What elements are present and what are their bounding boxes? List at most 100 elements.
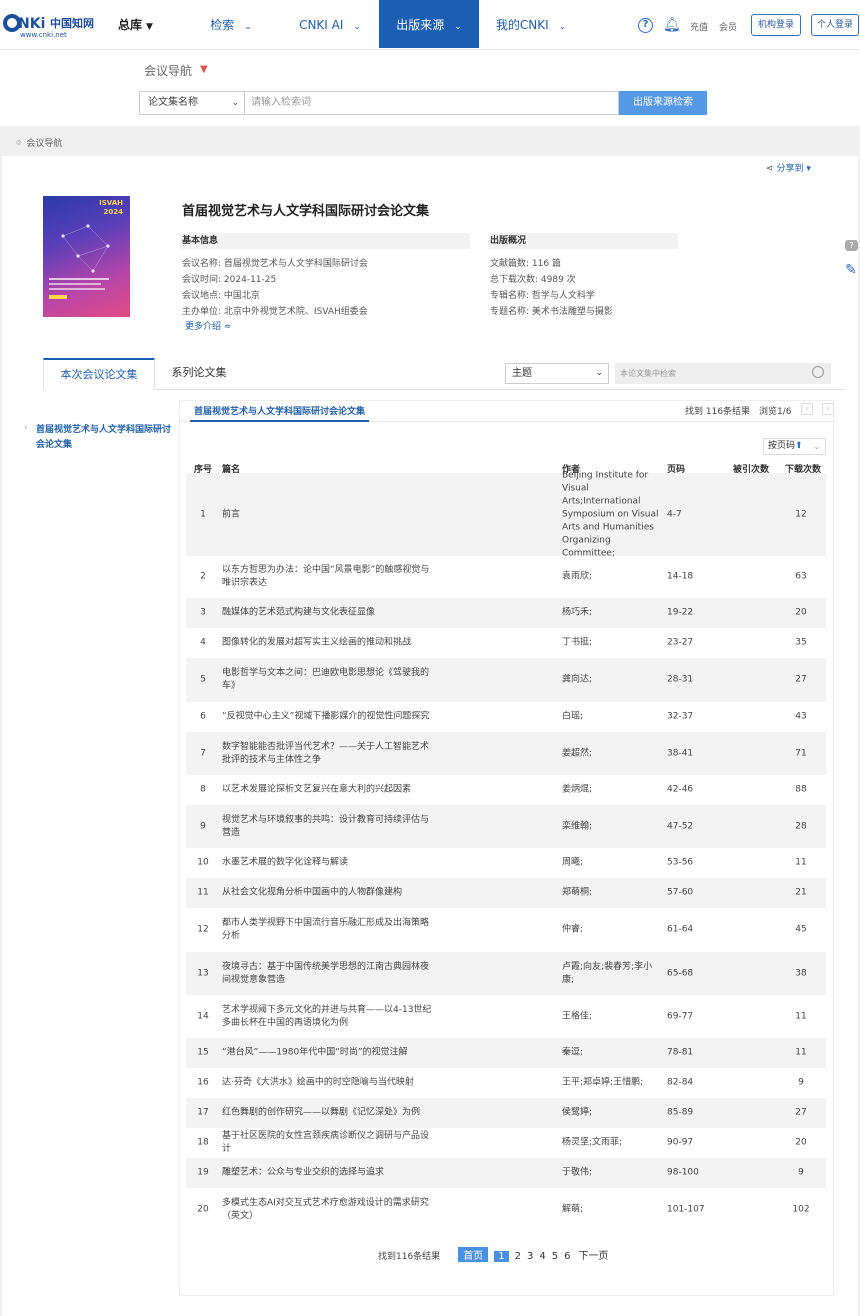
article-title-link[interactable]: “反视觉中心主义”视域下播影媒介的视觉性问题探究 xyxy=(222,711,437,724)
proceedings-search-input[interactable]: 本论文集中检索 xyxy=(615,363,831,384)
article-author[interactable]: 王平;郑卓婷;王惜鹏; xyxy=(562,1077,662,1090)
caret-down-icon[interactable]: ▼ xyxy=(200,64,208,75)
tab-series-proceedings[interactable]: 系列论文集 xyxy=(160,358,238,390)
article-title-link[interactable]: 雕塑艺术：公众与专业交织的选择与追求 xyxy=(222,1167,437,1180)
page-2-button[interactable]: 2 xyxy=(515,1251,521,1262)
article-title-link[interactable]: 夜境寻古：基于中国传统美学思想的江南古典园林夜间视觉意象营造 xyxy=(222,961,437,987)
page-4-button[interactable]: 4 xyxy=(539,1251,545,1262)
article-title-link[interactable]: 水墨艺术展的数字化诠释与解读 xyxy=(222,857,437,870)
table-row[interactable]: 4 图像转化的发展对超写实主义绘画的推动和挑战 丁书挺; 23-27 35 xyxy=(186,628,826,658)
search-icon[interactable] xyxy=(812,366,824,378)
sort-select[interactable]: 按页码⬆ ⌄ xyxy=(763,438,826,455)
article-title-link[interactable]: 从社会文化视角分析中国画中的人物群像建构 xyxy=(222,887,437,900)
article-title-link[interactable]: 融媒体的艺术范式构建与文化表征显像 xyxy=(222,607,437,620)
table-row[interactable]: 19 雕塑艺术：公众与专业交织的选择与追求 于敬伟; 98-100 9 xyxy=(186,1158,826,1188)
article-author[interactable]: 袁雨欣; xyxy=(562,571,662,584)
page-6-button[interactable]: 6 xyxy=(564,1251,570,1262)
table-row[interactable]: 16 达·芬奇《大洪水》绘画中的时空隐喻与当代映射 王平;郑卓婷;王惜鹏; 82-84… xyxy=(186,1068,826,1098)
nav-publication-source[interactable]: 出版来源 ⌄ xyxy=(379,0,479,48)
theme-select[interactable]: 主题 ⌄ xyxy=(505,363,609,384)
article-author[interactable]: 龚向达; xyxy=(562,674,662,687)
next-page-icon[interactable]: › xyxy=(822,403,834,415)
sub-tab-proceedings[interactable]: 首届视觉艺术与人文学科国际研讨会论文集 xyxy=(190,404,370,422)
table-row[interactable]: 7 数字智能能否批评当代艺术？——关于人工智能艺术批评的技术与主体性之争 姜超然; 3… xyxy=(186,732,826,775)
page-5-button[interactable]: 5 xyxy=(552,1251,558,1262)
table-row[interactable]: 2 以东方哲思为办法：论中国“风景电影”的触感视觉与唯识宗表达 袁雨欣; 14-18 6… xyxy=(186,556,826,598)
share-button[interactable]: ⋖ 分享到 ▾ xyxy=(766,161,811,174)
page-1-button[interactable]: 1 xyxy=(494,1251,509,1262)
article-author[interactable]: 卢霞;向友;裴春芳;李小康; xyxy=(562,961,662,987)
table-row[interactable]: 14 艺术学视阈下多元文化的并进与共育——以4-13世纪多曲长杯在中国的再语境化为… xyxy=(186,995,826,1038)
bell-icon[interactable]: 🔔︎ xyxy=(663,17,681,33)
article-title-link[interactable]: 都市人类学视野下中国流行音乐融汇形成及出海策略分析 xyxy=(222,917,437,943)
nav-cnki-ai[interactable]: CNKI AI ⌄ xyxy=(298,0,362,48)
article-title-link[interactable]: 红色舞剧的创作研究——以舞剧《记忆深处》为例 xyxy=(222,1107,437,1120)
article-title-link[interactable]: 以东方哲思为办法：论中国“风景电影”的触感视觉与唯识宗表达 xyxy=(222,564,437,590)
tab-current-proceedings[interactable]: 本次会议论文集 xyxy=(43,358,155,390)
article-author[interactable]: Beijing Institute for Visual Arts;Intern… xyxy=(562,469,662,560)
next-page-button[interactable]: 下一页 xyxy=(578,1247,608,1262)
article-author[interactable]: 白瑶; xyxy=(562,711,662,724)
article-author[interactable]: 郑萌桐; xyxy=(562,887,662,900)
article-author[interactable]: 秦逗; xyxy=(562,1047,662,1060)
table-row[interactable]: 11 从社会文化视角分析中国画中的人物群像建构 郑萌桐; 57-60 21 xyxy=(186,878,826,908)
article-title-link[interactable]: 图像转化的发展对超写实主义绘画的推动和挑战 xyxy=(222,637,437,650)
article-author[interactable]: 姜超然; xyxy=(562,747,662,760)
article-title-link[interactable]: 达·芬奇《大洪水》绘画中的时空隐喻与当代映射 xyxy=(222,1077,437,1090)
table-row[interactable]: 13 夜境寻古：基于中国传统美学思想的江南古典园林夜间视觉意象营造 卢霞;向友;裴春… xyxy=(186,952,826,995)
article-author[interactable]: 杨灵坚;文雨菲; xyxy=(562,1137,662,1150)
article-title-link[interactable]: 基于社区医院的女性宫颈疾病诊断仪之调研与产品设计 xyxy=(222,1130,437,1156)
table-row[interactable]: 9 视觉艺术与环境叙事的共鸣：设计教育可持续评估与营造 栾维翰; 47-52 28 xyxy=(186,805,826,848)
article-title-link[interactable]: 前言 xyxy=(222,508,437,521)
article-author[interactable]: 栾维翰; xyxy=(562,820,662,833)
source-search-button[interactable]: 出版来源检索 xyxy=(619,91,707,115)
table-row[interactable]: 15 “港台风”——1980年代中国“时尚”的视觉注解 秦逗; 78-81 11 xyxy=(186,1038,826,1068)
more-intro-link[interactable]: 更多介绍 ≈ xyxy=(185,319,231,332)
table-row[interactable]: 5 电影哲学与文本之间：巴迪欧电影思想论《驾驶我的车》 龚向达; 28-31 27 xyxy=(186,658,826,702)
table-row[interactable]: 8 以艺术发展论探析文艺复兴在意大利的兴起因素 姜炳焜; 42-46 88 xyxy=(186,775,826,805)
article-title-link[interactable]: 以艺术发展论探析文艺复兴在意大利的兴起因素 xyxy=(222,784,437,797)
article-author[interactable]: 仲睿; xyxy=(562,924,662,937)
article-title-link[interactable]: “港台风”——1980年代中国“时尚”的视觉注解 xyxy=(222,1047,437,1060)
search-field-select[interactable]: 论文集名称 ⌄ xyxy=(139,91,245,115)
page-3-button[interactable]: 3 xyxy=(527,1251,533,1262)
member-link[interactable]: 会员 xyxy=(719,20,737,33)
sidebar-item-proceedings[interactable]: 首届视觉艺术与人文学科国际研讨会论文集 xyxy=(36,423,171,453)
nav-zongku[interactable]: 总库 ▼ xyxy=(118,0,166,48)
table-row[interactable]: 3 融媒体的艺术范式构建与文化表征显像 杨巧禾; 19-22 20 xyxy=(186,598,826,628)
article-title-link[interactable]: 电影哲学与文本之间：巴迪欧电影思想论《驾驶我的车》 xyxy=(222,667,437,693)
recharge-link[interactable]: 充值 xyxy=(690,20,708,33)
article-title-link[interactable]: 艺术学视阈下多元文化的并进与共育——以4-13世纪多曲长杯在中国的再语境化为例 xyxy=(222,1004,437,1030)
article-title-link[interactable]: 多模式生态AI对交互式艺术疗愈游戏设计的需求研究（英文） xyxy=(222,1197,437,1223)
article-author[interactable]: 侯鹭婷; xyxy=(562,1107,662,1120)
cnki-logo[interactable]: NKi 中国知网 www.cnki.net xyxy=(2,10,97,40)
article-title-link[interactable]: 数字智能能否批评当代艺术？——关于人工智能艺术批评的技术与主体性之争 xyxy=(222,741,437,767)
conference-nav-label[interactable]: 会议导航 xyxy=(144,62,192,79)
table-row[interactable]: 18 基于社区医院的女性宫颈疾病诊断仪之调研与产品设计 杨灵坚;文雨菲; 90-97 2… xyxy=(186,1128,826,1158)
prev-page-icon[interactable]: ‹ xyxy=(801,403,813,415)
table-row[interactable]: 1 前言 Beijing Institute for Visual Arts;Int… xyxy=(186,470,826,558)
nav-search[interactable]: 检索 ⌄ xyxy=(205,0,257,48)
breadcrumb-item[interactable]: 会议导航 xyxy=(26,139,62,149)
table-row[interactable]: 6 “反视觉中心主义”视域下播影媒介的视觉性问题探究 白瑶; 32-37 43 xyxy=(186,702,826,732)
table-row[interactable]: 12 都市人类学视野下中国流行音乐融汇形成及出海策略分析 仲睿; 61-64 45 xyxy=(186,908,826,952)
org-login-button[interactable]: 机构登录 xyxy=(751,14,801,36)
table-row[interactable]: 20 多模式生态AI对交互式艺术疗愈游戏设计的需求研究（英文） 解萌; 101-107… xyxy=(186,1188,826,1232)
table-row[interactable]: 17 红色舞剧的创作研究——以舞剧《记忆深处》为例 侯鹭婷; 85-89 27 xyxy=(186,1098,826,1128)
nav-my-cnki[interactable]: 我的CNKI ⌄ xyxy=(493,0,569,48)
table-row[interactable]: 10 水墨艺术展的数字化诠释与解读 周曦; 53-56 11 xyxy=(186,848,826,878)
article-title-link[interactable]: 视觉艺术与环境叙事的共鸣：设计教育可持续评估与营造 xyxy=(222,814,437,840)
article-author[interactable]: 解萌; xyxy=(562,1204,662,1217)
article-author[interactable]: 杨巧禾; xyxy=(562,607,662,620)
first-page-button[interactable]: 首页 xyxy=(458,1247,489,1262)
article-author[interactable]: 丁书挺; xyxy=(562,637,662,650)
personal-login-button[interactable]: 个人登录 xyxy=(811,14,859,36)
article-author[interactable]: 于敬伟; xyxy=(562,1167,662,1180)
article-author[interactable]: 姜炳焜; xyxy=(562,784,662,797)
feedback-icon[interactable]: ? xyxy=(845,240,858,251)
article-author[interactable]: 周曦; xyxy=(562,857,662,870)
article-author[interactable]: 王格佳; xyxy=(562,1010,662,1023)
pencil-icon[interactable]: ✎ xyxy=(845,262,857,278)
help-icon[interactable]: ? xyxy=(638,18,653,33)
search-input[interactable]: 请输入检索词 xyxy=(246,91,619,115)
